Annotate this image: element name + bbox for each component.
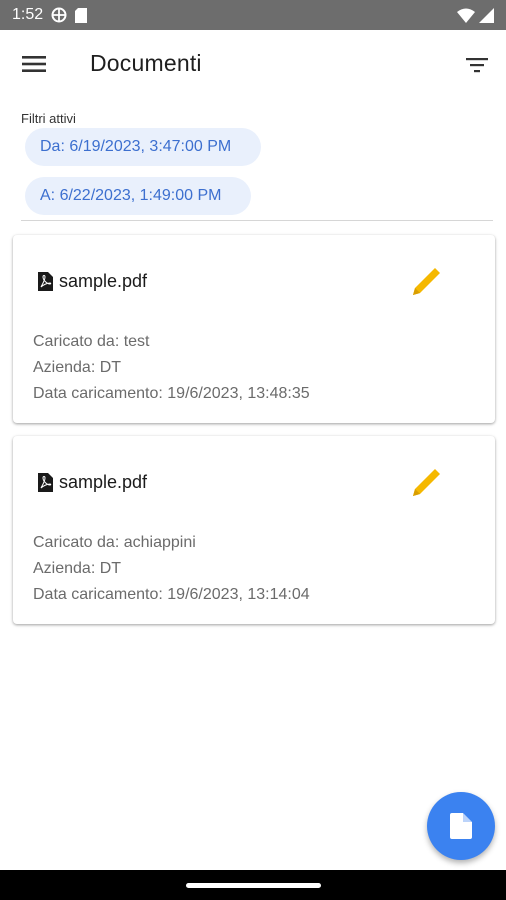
file-row: sample.pdf — [38, 271, 147, 292]
page-title: Documenti — [90, 50, 202, 76]
file-row: sample.pdf — [38, 472, 147, 493]
filter-icon — [466, 58, 488, 73]
uploaded-by: Caricato da: test — [33, 333, 150, 350]
upload-date: Data caricamento: 19/6/2023, 13:48:35 — [33, 385, 310, 402]
menu-icon — [22, 56, 46, 72]
upload-date: Data caricamento: 19/6/2023, 13:14:04 — [33, 586, 310, 603]
company: Azienda: DT — [33, 359, 122, 376]
status-time: 1:52 — [12, 6, 44, 23]
active-filters-label: Filtri attivi — [21, 111, 76, 126]
document-card[interactable]: sample.pdf Caricato da: achiappini Azien… — [13, 436, 495, 624]
status-left: 1:52 — [12, 6, 88, 24]
upload-document-fab[interactable] — [427, 792, 495, 860]
document-card[interactable]: sample.pdf Caricato da: test Azienda: DT… — [13, 235, 495, 423]
home-gesture-handle[interactable] — [186, 883, 321, 888]
document-icon — [450, 813, 472, 839]
pdf-file-icon — [38, 272, 53, 291]
file-name: sample.pdf — [59, 472, 148, 492]
filter-chip-to-label: A: 6/22/2023, 1:49:00 PM — [40, 187, 222, 204]
signal-icon — [479, 7, 494, 23]
filter-chip-to[interactable]: A: 6/22/2023, 1:49:00 PM — [25, 177, 251, 215]
navigation-bar — [0, 870, 506, 900]
filter-chip-from-label: Da: 6/19/2023, 3:47:00 PM — [40, 138, 232, 155]
pencil-icon — [413, 469, 440, 496]
company: Azienda: DT — [33, 560, 122, 577]
pencil-icon — [413, 268, 440, 295]
edit-button[interactable] — [409, 263, 445, 299]
filter-button[interactable] — [464, 54, 492, 76]
vpn-icon — [51, 7, 67, 23]
edit-button[interactable] — [409, 464, 445, 500]
divider — [21, 220, 493, 221]
pdf-file-icon — [38, 473, 53, 492]
app-bar: Documenti — [0, 30, 506, 98]
status-right — [457, 7, 494, 23]
sd-card-icon — [75, 7, 88, 23]
uploaded-by: Caricato da: achiappini — [33, 534, 196, 551]
filter-chip-from[interactable]: Da: 6/19/2023, 3:47:00 PM — [25, 128, 261, 166]
status-bar: 1:52 — [0, 0, 506, 30]
file-name: sample.pdf — [59, 271, 148, 291]
wifi-icon — [457, 8, 475, 23]
menu-button[interactable] — [22, 52, 48, 76]
